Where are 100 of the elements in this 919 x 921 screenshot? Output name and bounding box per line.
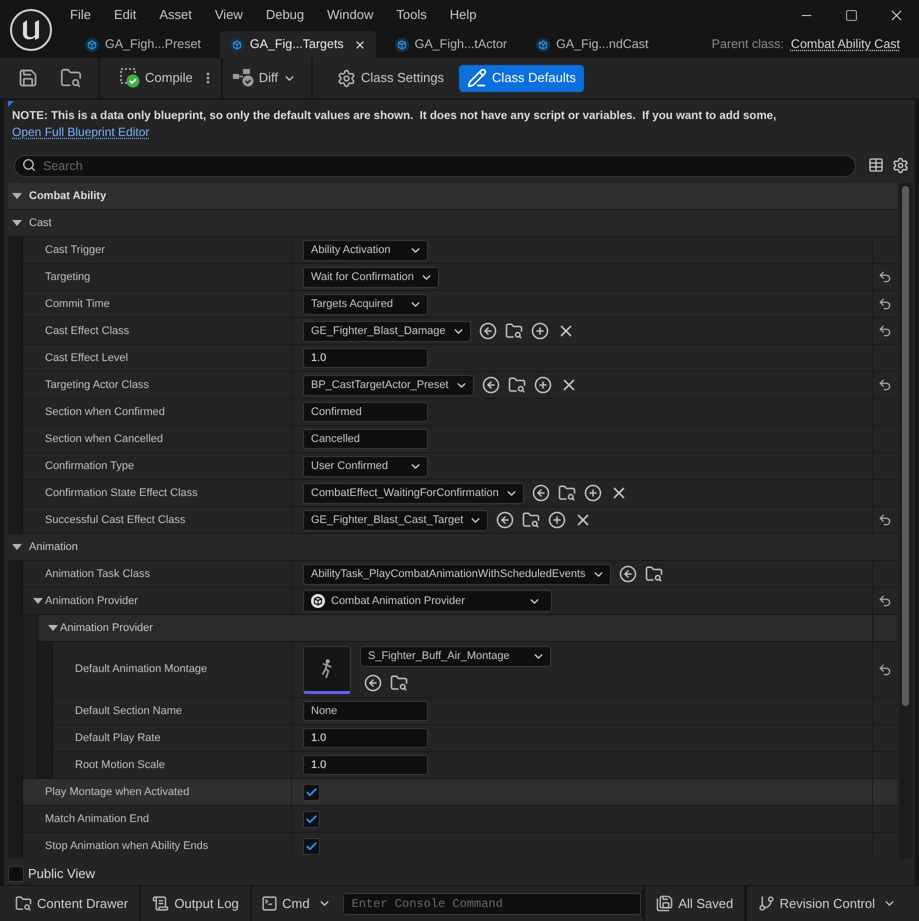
add-icon[interactable] [534, 376, 552, 394]
number-field[interactable]: 1.0 [303, 728, 428, 748]
document-tab[interactable]: GA_Figh...tActor [384, 31, 518, 58]
status-bar-button[interactable]: All Saved [645, 886, 744, 921]
text-field[interactable]: Cancelled [303, 429, 428, 449]
checkbox[interactable] [303, 810, 320, 828]
browse-icon[interactable] [522, 511, 540, 529]
browse-icon[interactable] [504, 322, 523, 340]
document-tab[interactable]: GA_Fig...Targets [220, 31, 376, 58]
menu-item[interactable]: View [214, 5, 243, 25]
property-label: Animation Task Class [45, 566, 150, 582]
category-header[interactable]: Combat Ability [8, 183, 897, 209]
property-label: Cast Trigger [45, 242, 105, 258]
use-selected-icon[interactable] [364, 674, 382, 692]
compile-button[interactable]: Compile [120, 68, 193, 88]
mode-button[interactable]: Class Defaults [459, 64, 584, 92]
cmd-button[interactable]: Cmd [261, 894, 331, 914]
add-icon[interactable] [548, 511, 566, 529]
use-selected-icon[interactable] [478, 322, 497, 340]
check-icon [305, 812, 318, 826]
parent-class-link[interactable]: Combat Ability Cast [790, 34, 900, 54]
reset-icon[interactable] [878, 324, 892, 338]
status-bar-button[interactable]: Output Log [141, 886, 250, 921]
diff-button[interactable]: Diff [232, 68, 296, 88]
menu-item[interactable]: Debug [266, 5, 304, 25]
dropdown[interactable]: Combat Animation Provider [303, 590, 552, 612]
blueprint-icon [536, 38, 550, 52]
group-label: Animation Provider [60, 620, 153, 636]
caret-icon[interactable] [12, 544, 22, 550]
dropdown[interactable]: GE_Fighter_Blast_Damage [303, 320, 471, 342]
caret-icon[interactable] [12, 193, 22, 199]
thumbnail-drawing[interactable] [303, 646, 351, 694]
browse-icon[interactable] [558, 484, 576, 502]
dropdown[interactable]: Ability Activation [303, 240, 428, 260]
close-icon[interactable] [354, 38, 366, 50]
scrollbar-track[interactable] [899, 183, 912, 859]
use-selected-icon[interactable] [482, 376, 500, 394]
dropdown[interactable]: AbilityTask_PlayCombatAnimationWithScheduledEvents [303, 564, 611, 584]
browse-icon[interactable] [60, 67, 82, 89]
property-label: Successful Cast Effect Class [45, 512, 186, 528]
status-bar-button[interactable]: Content Drawer [4, 886, 140, 921]
checkbox[interactable] [8, 866, 24, 882]
reset-icon[interactable] [878, 270, 892, 284]
dropdown[interactable]: Wait for Confirmation [303, 266, 439, 288]
console-input[interactable]: Enter Console Command [342, 892, 641, 914]
menu-item[interactable]: Asset [159, 5, 192, 25]
use-selected-icon[interactable] [532, 484, 550, 502]
caret-icon[interactable] [12, 220, 22, 226]
caret-icon[interactable] [33, 598, 43, 604]
struct-icon [311, 594, 325, 608]
property-label: Match Animation End [45, 812, 149, 827]
dropdown[interactable]: CombatEffect_WaitingForConfirmation [303, 482, 524, 504]
category-header[interactable]: Animation [8, 534, 897, 560]
menu-item[interactable]: Window [327, 5, 374, 25]
menu-item[interactable]: File [70, 5, 91, 25]
dropdown[interactable]: GE_Fighter_Blast_Cast_Target [303, 510, 488, 530]
number-field[interactable]: 1.0 [303, 348, 428, 368]
check-icon [305, 786, 318, 798]
use-selected-icon[interactable] [618, 565, 637, 583]
blueprint-editor-link[interactable]: Open Full Blueprint Editor [12, 124, 150, 140]
menu-item[interactable]: Tools [396, 5, 427, 25]
number-field[interactable]: 1.0 [303, 755, 428, 775]
property-label: Cast Effect Level [45, 350, 128, 366]
search-field[interactable]: Search [14, 155, 856, 177]
add-icon[interactable] [584, 484, 602, 502]
reset-icon[interactable] [878, 513, 892, 527]
note-text: NOTE: This is a data only blueprint, so only the default values are shown. It does not have any script or variables. If you want to add some, Open Full Blueprint Editor [12, 109, 778, 141]
menu-item[interactable]: Help [450, 5, 476, 25]
table-view-icon[interactable] [868, 157, 884, 173]
use-selected-icon[interactable] [496, 511, 514, 529]
dropdown[interactable]: BP_CastTargetActor_Preset [303, 374, 474, 396]
public-view-label: Public View [28, 865, 95, 884]
save-icon[interactable] [18, 68, 38, 88]
document-tab[interactable]: GA_Figh...Preset [75, 31, 211, 58]
reset-icon[interactable] [878, 662, 892, 676]
dropdown[interactable]: Targets Acquired [303, 294, 428, 314]
mode-button[interactable]: Class Settings [328, 64, 452, 92]
scrollbar-thumb[interactable] [902, 186, 909, 706]
browse-icon[interactable] [644, 565, 663, 583]
blueprint-icon [394, 38, 409, 52]
checkbox[interactable] [303, 784, 320, 800]
reset-icon[interactable] [878, 594, 892, 608]
document-tab[interactable]: GA_Fig...ndCast [526, 31, 658, 58]
browse-icon[interactable] [508, 376, 526, 394]
add-icon[interactable] [530, 322, 549, 340]
settings-icon[interactable] [892, 156, 909, 174]
text-field[interactable]: None [303, 701, 428, 721]
reset-icon[interactable] [878, 378, 892, 392]
maximize-icon[interactable] [845, 8, 858, 22]
category-header[interactable]: Cast [8, 210, 897, 236]
property-label: Confirmation State Effect Class [45, 486, 198, 501]
status-bar-button[interactable]: Revision Control [746, 886, 907, 921]
text-field[interactable]: Confirmed [303, 402, 428, 422]
browse-icon[interactable] [390, 674, 408, 692]
dropdown[interactable]: User Confirmed [303, 456, 428, 476]
dropdown[interactable]: S_Fighter_Buff_Air_Montage [360, 646, 551, 666]
reset-icon[interactable] [878, 297, 892, 311]
caret-icon[interactable] [48, 625, 58, 631]
checkbox[interactable] [303, 838, 320, 854]
menu-item[interactable]: Edit [114, 5, 136, 25]
